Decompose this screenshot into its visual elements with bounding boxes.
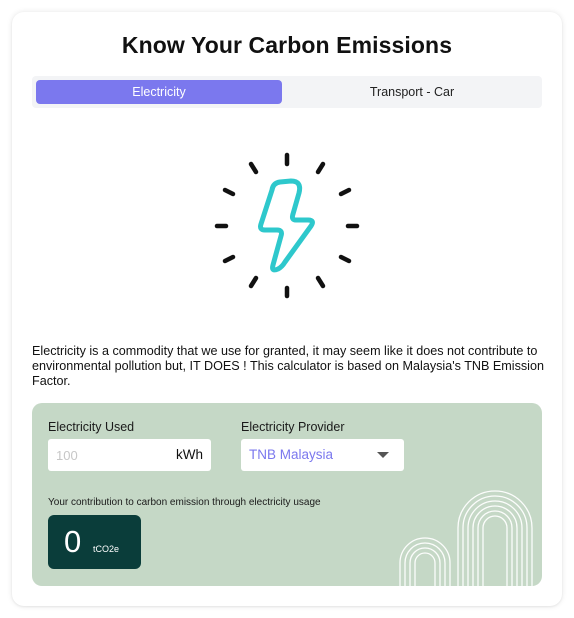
sun-rays: [214, 152, 360, 299]
electricity-used-input[interactable]: [48, 439, 166, 471]
contribution-label: Your contribution to carbon emission thr…: [48, 497, 321, 508]
chevron-down-icon: [377, 452, 389, 458]
tab-transport-car[interactable]: Transport - Car: [286, 80, 538, 104]
arch-decoration-icon: [399, 490, 533, 586]
electricity-used-label: Electricity Used: [48, 420, 135, 434]
lightning-bolt-icon: [214, 152, 360, 299]
electricity-provider-label: Electricity Provider: [241, 420, 345, 434]
kwh-unit-label: kWh: [176, 447, 203, 462]
emission-result-box: 0 tCO2e: [48, 515, 141, 569]
tab-electricity[interactable]: Electricity: [36, 80, 282, 104]
emission-result-unit: tCO2e: [93, 544, 120, 554]
electricity-used-field: kWh: [48, 439, 211, 471]
calculator-panel: Electricity Used Electricity Provider kW…: [32, 403, 542, 586]
page-title: Know Your Carbon Emissions: [121, 32, 453, 58]
bolt-shape: [258, 178, 315, 273]
tab-bar: Electricity Transport - Car: [32, 76, 542, 108]
provider-selected-value: TNB Malaysia: [249, 447, 334, 462]
description-text: Electricity is a commodity that we use f…: [32, 344, 544, 388]
emission-result-value: 0: [64, 524, 82, 559]
electricity-provider-select[interactable]: TNB Malaysia: [241, 439, 404, 471]
